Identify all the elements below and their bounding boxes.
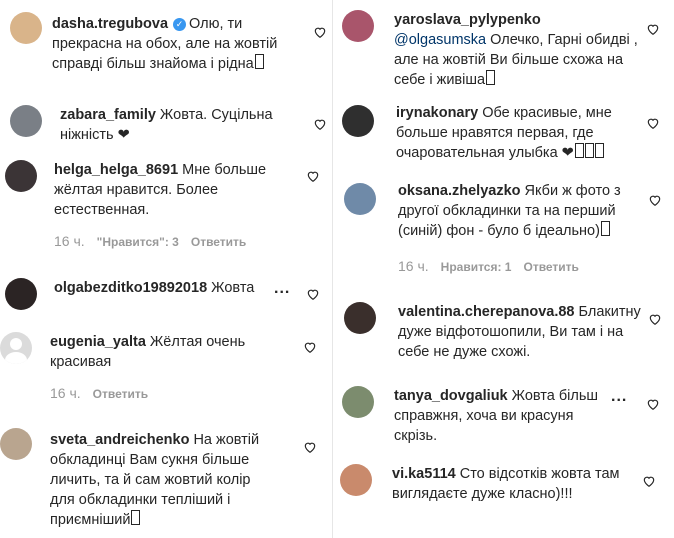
heart-icon[interactable]	[313, 117, 327, 131]
heart-icon[interactable]	[646, 22, 660, 36]
comment-meta: 16 ч. "Нравится": 3 Ответить	[54, 233, 246, 249]
comment-meta: 16 ч. Ответить	[50, 385, 148, 401]
avatar[interactable]	[342, 386, 374, 418]
more-options-icon[interactable]: ...	[274, 280, 290, 298]
comment-text: sveta_andreichenko На жовтій обкладинці В…	[50, 430, 265, 530]
emoji-glyph	[594, 143, 604, 158]
reply-button[interactable]: Ответить	[191, 235, 246, 249]
reply-button[interactable]: Ответить	[93, 387, 148, 401]
username-link[interactable]: tanya_dovgaliuk	[394, 388, 508, 404]
likes-count[interactable]: Нравится: 1	[441, 260, 512, 274]
timestamp: 16 ч.	[54, 233, 85, 249]
avatar[interactable]	[344, 183, 376, 215]
heart-icon[interactable]	[313, 25, 327, 39]
likes-count[interactable]: "Нравится": 3	[97, 235, 179, 249]
avatar[interactable]	[5, 278, 37, 310]
comment-body: Жовта	[211, 280, 255, 296]
heart-icon[interactable]	[306, 287, 320, 301]
comment-text: helga_helga_8691 Мне больше жёлтая нравит…	[54, 160, 269, 220]
comment-text: eugenia_yalta Жёлтая очень красивая	[50, 332, 265, 372]
username-link[interactable]: vi.ka5114	[392, 466, 456, 482]
more-options-icon[interactable]: ...	[611, 388, 627, 406]
mention-link[interactable]: @olgasumska	[394, 32, 486, 48]
timestamp: 16 ч.	[50, 385, 81, 401]
username-link[interactable]: helga_helga_8691	[54, 162, 178, 178]
comment-text: vi.ka5114 Сто відсотків жовта там вигляда…	[392, 464, 632, 504]
heart-icon[interactable]	[303, 440, 317, 454]
username-link[interactable]: valentina.cherepanova.88	[398, 304, 575, 320]
verified-badge-icon: ✓	[173, 17, 187, 31]
comment-text: valentina.cherepanova.88 Блакитну дуже ві…	[398, 302, 641, 362]
comment-meta: 16 ч. Нравится: 1 Ответить	[398, 258, 579, 274]
avatar[interactable]	[10, 12, 42, 44]
heart-icon[interactable]	[642, 474, 656, 488]
comment-text: oksana.zhelyazko Якби ж фото з другої обк…	[398, 181, 643, 241]
emoji-glyph	[584, 143, 594, 158]
avatar[interactable]	[10, 105, 42, 137]
emoji-glyph	[254, 54, 264, 69]
comment-text: olgabezditko19892018 Жовта	[54, 278, 274, 298]
username-link[interactable]: olgabezditko19892018	[54, 280, 207, 296]
username-link[interactable]: eugenia_yalta	[50, 334, 146, 350]
avatar[interactable]	[5, 160, 37, 192]
avatar[interactable]	[0, 428, 32, 460]
left-comments-column: dasha.tregubova ✓ Олю, ти прекрасна на обо…	[0, 0, 333, 538]
heart-icon[interactable]	[306, 169, 320, 183]
avatar[interactable]	[0, 332, 32, 364]
emoji-glyph	[131, 510, 141, 525]
heart-icon[interactable]	[303, 340, 317, 354]
right-comments-column: yaroslava_pylypenko @olgasumska Олечко, Г…	[338, 0, 674, 538]
avatar[interactable]	[340, 464, 372, 496]
comment-text: irynakonary Обе красивые, мне больше нрав…	[396, 103, 631, 163]
heart-icon[interactable]	[648, 193, 662, 207]
comment-text: yaroslava_pylypenko @olgasumska Олечко, Г…	[394, 10, 639, 90]
username-link[interactable]: zabara_family	[60, 107, 156, 123]
avatar[interactable]	[344, 302, 376, 334]
avatar[interactable]	[342, 10, 374, 42]
heart-icon[interactable]	[648, 312, 662, 326]
username-link[interactable]: sveta_andreichenko	[50, 432, 189, 448]
username-link[interactable]: yaroslava_pylypenko	[394, 12, 541, 28]
comment-text: dasha.tregubova ✓ Олю, ти прекрасна на обо…	[52, 14, 307, 74]
username-link[interactable]: dasha.tregubova	[52, 16, 168, 32]
emoji-glyph	[600, 221, 610, 236]
comment-text: tanya_dovgaliuk Жовта більш справжня, хоч…	[394, 386, 614, 446]
heart-icon[interactable]	[646, 397, 660, 411]
username-link[interactable]: oksana.zhelyazko	[398, 183, 521, 199]
comment-text: zabara_family Жовта. Суцільна ніжність ❤	[60, 105, 285, 145]
reply-button[interactable]: Ответить	[523, 260, 578, 274]
timestamp: 16 ч.	[398, 258, 429, 274]
heart-icon[interactable]	[646, 116, 660, 130]
emoji-glyph	[486, 70, 496, 85]
emoji-glyph	[574, 143, 584, 158]
username-link[interactable]: irynakonary	[396, 105, 478, 121]
avatar[interactable]	[342, 105, 374, 137]
